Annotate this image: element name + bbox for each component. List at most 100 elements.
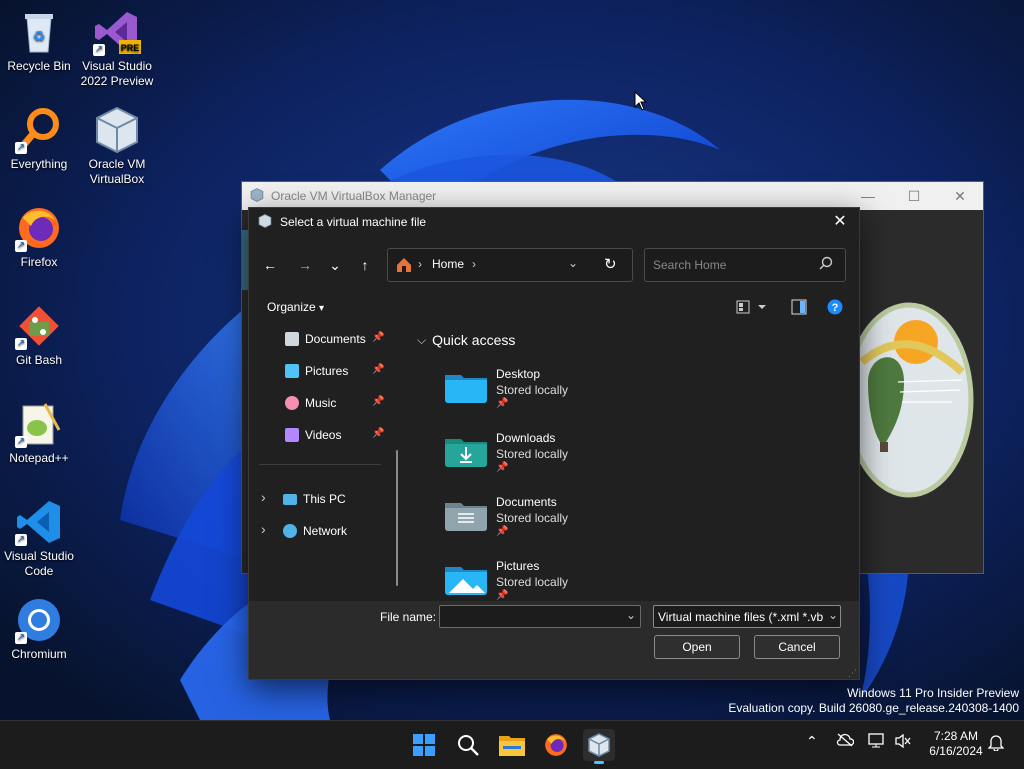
desktop-icon-label-line2: Code [24,564,54,578]
desktop-icon-virtualbox[interactable]: Oracle VM VirtualBox [78,106,156,187]
file-type-select[interactable]: Virtual machine files (*.xml *.vb ⌄ [653,605,841,628]
desktop-icon-notepad-plus-plus[interactable]: ↗ Notepad++ [0,400,78,466]
file-name-label: File name: [380,610,437,624]
refresh-icon[interactable]: ↻ [604,255,617,273]
clock[interactable]: 7:28 AM 6/16/2024 [926,729,986,759]
quick-access-item-documents[interactable]: Documents Stored locally 📌 [445,495,745,555]
volume-muted-icon[interactable] [894,733,912,752]
clock-date: 6/16/2024 [929,744,983,758]
file-name-input[interactable]: ⌄ [439,605,641,628]
sidebar-item-label: Network [303,524,348,538]
pin-icon: 📌 [372,428,385,439]
recent-locations-button[interactable]: ⌄ [324,254,346,276]
close-button[interactable]: ✕ [825,208,855,236]
sidebar-item-label: This PC [303,492,346,506]
desktop-folder-icon [445,375,487,403]
quick-access-header[interactable]: ⌵ Quick access [417,332,515,348]
forward-button[interactable]: → [294,254,316,276]
resize-grip-icon[interactable]: ⋰ [848,668,857,679]
up-button[interactable]: ↑ [354,254,376,276]
desktop-icon-vscode[interactable]: ↗ Visual Studio Code [0,498,78,579]
pin-icon: 📌 [496,398,509,409]
sidebar-item-label: Documents [305,332,366,346]
sidebar-scrollbar[interactable] [396,450,398,586]
desktop-icon-label-line1: Visual Studio [4,549,74,563]
network-icon[interactable] [868,733,886,752]
organize-button[interactable]: Organize ▾ [267,300,324,314]
desktop-icon-chromium[interactable]: ↗ Chromium [0,596,78,662]
quick-access-label: Quick access [432,332,516,348]
preview-pane-icon[interactable] [791,299,807,318]
desktop-icon-label-line1: Oracle VM [88,157,146,171]
pin-icon: 📌 [372,364,385,375]
shortcut-arrow-icon: ↗ [15,534,27,546]
desktop-icon-visual-studio-preview[interactable]: PRE ↗ Visual Studio 2022 Preview [78,8,156,89]
chromium-icon: ↗ [15,596,63,644]
item-status: Stored locally [496,575,569,589]
visual-studio-icon: PRE ↗ [93,8,141,56]
item-status: Stored locally [496,511,569,525]
address-dropdown-icon[interactable]: ⌄ [568,256,578,270]
quick-access-item-pictures[interactable]: Pictures Stored locally 📌 [445,559,745,602]
item-name: Documents [496,495,557,509]
build-watermark: Evaluation copy. Build 26080.ge_release.… [728,701,1019,715]
address-bar[interactable]: › Home › ⌄ ↻ [387,248,633,282]
sidebar-item-network[interactable]: Network [283,521,347,541]
dialog-toolbar: Organize ▾ ? [249,296,859,322]
dialog-footer: File name: ⌄ Virtual machine files (*.xm… [249,601,859,679]
item-name: Downloads [496,431,556,445]
sidebar-item-this-pc[interactable]: This PC [283,489,346,509]
show-hidden-icons-chevron-icon[interactable]: ⌃ [806,733,818,750]
start-icon[interactable] [408,729,440,761]
navigation-pane: Documents 📌 Pictures 📌 Music 📌 Videos 📌 … [249,322,407,602]
virtualbox-icon[interactable] [583,729,615,764]
chevron-down-icon: ⌄ [825,608,838,622]
file-explorer-icon[interactable] [496,729,528,761]
sidebar-item-documents[interactable]: Documents [285,329,366,349]
minimize-button[interactable]: — [845,188,891,205]
dialog-titlebar[interactable]: Select a virtual machine file [249,208,859,236]
close-button[interactable]: ✕ [937,188,983,205]
breadcrumb-home[interactable]: Home [432,257,464,271]
desktop-icon-firefox[interactable]: ↗ Firefox [0,204,78,270]
notifications-bell-icon[interactable] [987,733,1005,754]
this-pc-icon [283,493,297,505]
sidebar-item-pictures[interactable]: Pictures [285,361,348,381]
search-input[interactable]: Search Home [653,258,726,272]
expand-network-chevron-icon[interactable]: › [261,521,266,537]
desktop-icon-git-bash[interactable]: ↗ Git Bash [0,302,78,368]
item-status: Stored locally [496,447,569,461]
view-options-icon[interactable] [736,299,768,318]
firefox-icon[interactable] [540,729,572,761]
downloads-folder-icon [445,439,487,467]
help-icon[interactable]: ? [827,299,843,318]
network-icon [283,524,297,538]
back-button[interactable]: ← [259,254,281,276]
open-button[interactable]: Open [654,635,740,659]
maximize-button[interactable]: ☐ [891,188,937,205]
virtualbox-welcome-logo [844,302,974,498]
sidebar-item-music[interactable]: Music [285,393,336,413]
desktop-icon-label: Everything [10,157,68,171]
search-box[interactable]: Search Home [644,248,846,282]
sidebar-item-label: Videos [305,428,342,442]
documents-icon [285,332,299,346]
mouse-cursor-icon [634,91,648,111]
videos-icon [285,428,299,442]
quick-access-item-desktop[interactable]: Desktop Stored locally 📌 [445,367,745,427]
cancel-button[interactable]: Cancel [754,635,840,659]
shortcut-arrow-icon: ↗ [15,142,27,154]
select-vm-file-dialog[interactable]: Select a virtual machine file ✕ ← → ⌄ ↑ … [248,207,860,680]
shortcut-arrow-icon: ↗ [93,44,105,56]
quick-access-item-downloads[interactable]: Downloads Stored locally 📌 [445,431,745,491]
collapse-chevron-icon: ⌵ [417,332,427,347]
search-icon[interactable] [452,729,484,761]
desktop-icon-recycle-bin[interactable]: ♻ Recycle Bin [0,8,78,74]
virtualbox-manager-titlebar[interactable]: Oracle VM VirtualBox Manager — ☐ ✕ [242,182,983,210]
sidebar-divider [259,464,381,465]
expand-this-pc-chevron-icon[interactable]: › [261,489,266,505]
desktop-icon-label-line2: 2022 Preview [80,74,154,88]
onedrive-offline-icon[interactable] [836,733,855,750]
sidebar-item-videos[interactable]: Videos [285,425,341,445]
desktop-icon-everything[interactable]: ↗ Everything [0,106,78,172]
